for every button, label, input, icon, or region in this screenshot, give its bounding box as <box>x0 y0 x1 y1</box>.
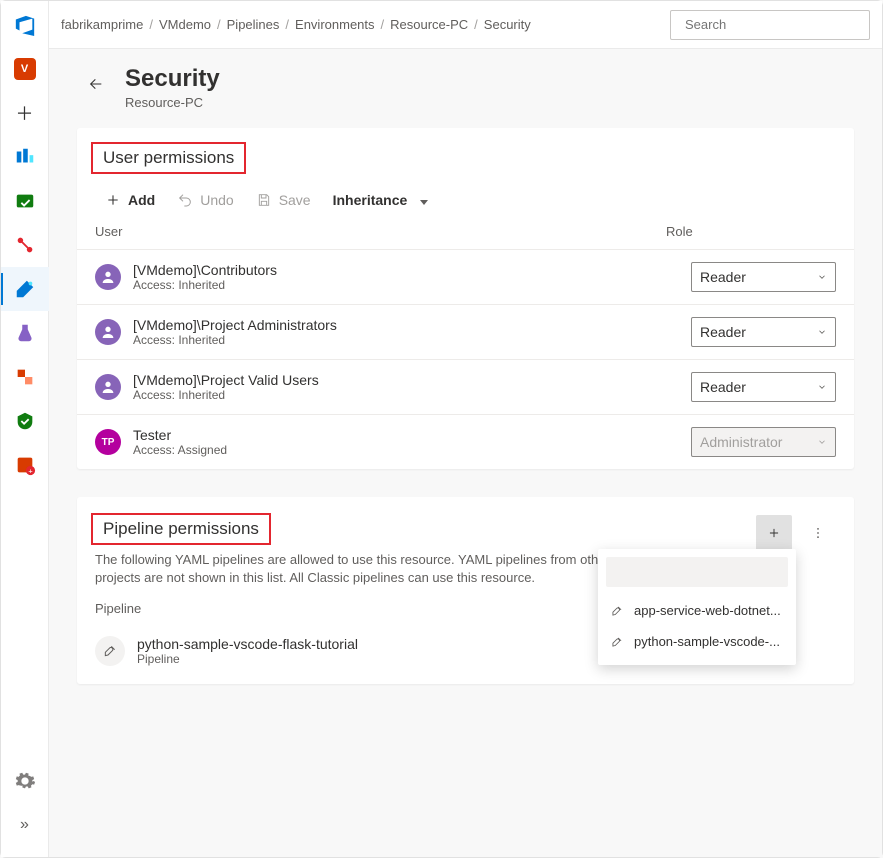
pipeline-permissions-desc: The following YAML pipelines are allowed… <box>95 551 635 587</box>
rocket-icon <box>95 636 125 666</box>
pipeline-picker-dropdown: app-service-web-dotnet...python-sample-v… <box>598 549 796 665</box>
left-nav-rail: V ＋ + <box>1 1 49 857</box>
nav-artifacts[interactable] <box>1 355 49 399</box>
user-access: Access: Inherited <box>133 333 691 347</box>
more-button[interactable] <box>800 515 836 551</box>
page-subtitle: Resource-PC <box>125 95 220 110</box>
crumb-4[interactable]: Resource-PC <box>390 17 468 32</box>
global-search[interactable] <box>670 10 870 40</box>
crumb-1[interactable]: VMdemo <box>159 17 211 32</box>
role-select: Administrator <box>691 427 836 457</box>
nav-item-orange[interactable]: + <box>1 443 49 487</box>
crumb-5[interactable]: Security <box>484 17 531 32</box>
pipeline-picker-input[interactable] <box>620 565 796 580</box>
nav-pipelines-sub[interactable] <box>1 223 49 267</box>
undo-icon <box>177 192 193 208</box>
crumb-3[interactable]: Environments <box>295 17 374 32</box>
chevron-right-icon: » <box>20 816 29 834</box>
inheritance-button[interactable]: Inheritance <box>333 192 429 208</box>
user-access: Access: Inherited <box>133 278 691 292</box>
nav-pipelines[interactable] <box>1 267 49 311</box>
user-name: [VMdemo]\Project Administrators <box>133 317 691 333</box>
pipeline-name: python-sample-vscode-flask-tutorial <box>137 636 358 652</box>
save-button: Save <box>256 192 311 208</box>
search-input[interactable] <box>685 17 861 32</box>
role-select[interactable]: Reader <box>691 317 836 347</box>
more-vertical-icon <box>811 526 825 540</box>
rocket-icon <box>610 604 624 618</box>
user-permissions-title: User permissions <box>99 146 238 170</box>
user-name: [VMdemo]\Contributors <box>133 262 691 278</box>
role-select[interactable]: Reader <box>691 262 836 292</box>
crumb-0[interactable]: fabrikamprime <box>61 17 143 32</box>
chevron-down-icon <box>817 272 827 282</box>
user-row[interactable]: [VMdemo]\Project AdministratorsAccess: I… <box>77 305 854 360</box>
pipeline-permissions-card: Pipeline permissions The following YAML … <box>77 497 854 684</box>
nav-boards[interactable] <box>1 135 49 179</box>
arrow-left-icon <box>88 76 104 92</box>
user-name: [VMdemo]\Project Valid Users <box>133 372 691 388</box>
user-permissions-card: User permissions Add Undo <box>77 128 854 469</box>
col-user-header: User <box>95 224 666 239</box>
col-role-header: Role <box>666 224 836 239</box>
azure-devops-logo[interactable] <box>13 13 37 37</box>
pipeline-option[interactable]: app-service-web-dotnet... <box>606 595 788 626</box>
pipeline-permissions-title: Pipeline permissions <box>99 517 263 541</box>
project-badge: V <box>14 58 36 80</box>
avatar <box>95 264 121 290</box>
nav-repos[interactable] <box>1 179 49 223</box>
avatar <box>95 374 121 400</box>
plus-icon <box>105 192 121 208</box>
plus-icon: ＋ <box>16 100 34 126</box>
crumb-2[interactable]: Pipelines <box>227 17 280 32</box>
nav-item-green[interactable] <box>1 399 49 443</box>
user-row[interactable]: [VMdemo]\Project Valid UsersAccess: Inhe… <box>77 360 854 415</box>
role-select[interactable]: Reader <box>691 372 836 402</box>
project-tile[interactable]: V <box>1 47 49 91</box>
back-button[interactable] <box>81 69 111 99</box>
pipeline-type: Pipeline <box>137 652 358 666</box>
user-row[interactable]: TP TesterAccess: AssignedAdministrator <box>77 415 854 469</box>
chevron-down-icon <box>817 437 827 447</box>
avatar <box>95 319 121 345</box>
svg-text:+: + <box>28 466 32 475</box>
pipeline-picker-search[interactable] <box>606 557 788 587</box>
breadcrumb-bar: fabrikamprime / VMdemo / Pipelines / Env… <box>49 1 882 49</box>
gear-icon <box>14 770 36 792</box>
nav-testplans[interactable] <box>1 311 49 355</box>
user-access: Access: Assigned <box>133 443 691 457</box>
user-access: Access: Inherited <box>133 388 691 402</box>
highlight-annotation: Pipeline permissions <box>91 513 271 545</box>
undo-button: Undo <box>177 192 233 208</box>
rocket-icon <box>610 635 624 649</box>
page-title: Security <box>125 65 220 93</box>
save-icon <box>256 192 272 208</box>
user-perm-toolbar: Add Undo Save Inheritance <box>95 192 836 208</box>
chevron-down-icon <box>817 327 827 337</box>
chevron-down-icon <box>414 192 428 208</box>
nav-add[interactable]: ＋ <box>1 91 49 135</box>
add-button[interactable]: Add <box>105 192 155 208</box>
nav-expand[interactable]: » <box>1 803 49 847</box>
avatar: TP <box>95 429 121 455</box>
user-row[interactable]: [VMdemo]\ContributorsAccess: InheritedRe… <box>77 250 854 305</box>
add-pipeline-button[interactable] <box>756 515 792 551</box>
pipeline-option[interactable]: python-sample-vscode-... <box>606 626 788 657</box>
chevron-down-icon <box>817 382 827 392</box>
highlight-annotation: User permissions <box>91 142 246 174</box>
user-name: Tester <box>133 427 691 443</box>
plus-icon <box>767 526 781 540</box>
nav-settings[interactable] <box>1 759 49 803</box>
